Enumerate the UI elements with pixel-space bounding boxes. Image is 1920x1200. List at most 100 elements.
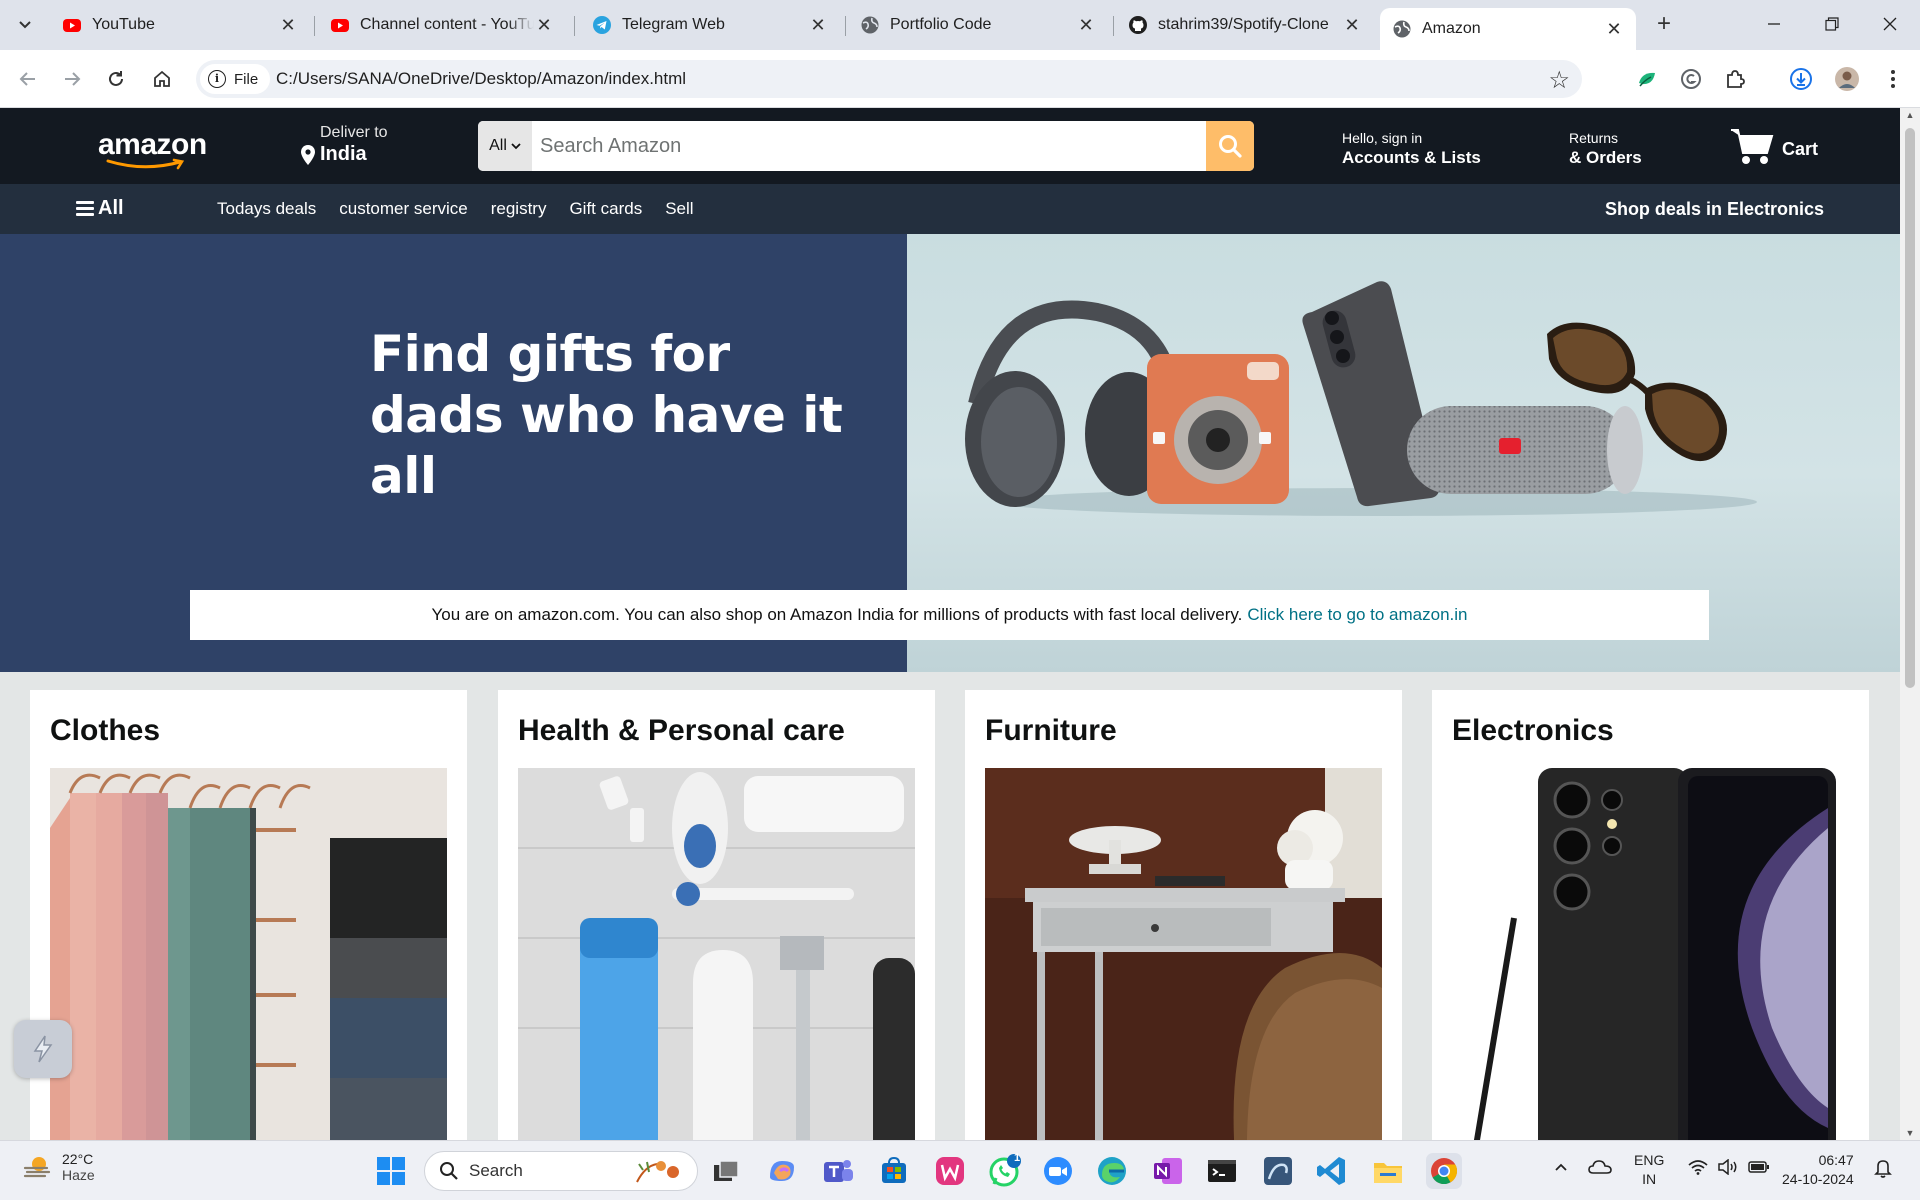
close-window-button[interactable] xyxy=(1870,10,1910,40)
chevron-down-icon xyxy=(511,142,521,149)
volume-icon[interactable] xyxy=(1718,1158,1740,1178)
show-hidden-icons-chevron-icon[interactable] xyxy=(1554,1159,1568,1175)
subnav-link-todays-deals[interactable]: Todays deals xyxy=(217,199,316,219)
profile-avatar[interactable] xyxy=(1832,64,1862,94)
terminal-icon[interactable] xyxy=(1204,1153,1240,1189)
download-icon[interactable] xyxy=(1786,64,1816,94)
back-button[interactable] xyxy=(12,63,44,95)
new-tab-button[interactable]: + xyxy=(1650,11,1678,39)
microsoft-store-icon[interactable] xyxy=(876,1153,912,1189)
tab-telegram[interactable]: Telegram Web ✕ xyxy=(580,8,840,42)
tab-close-icon[interactable]: ✕ xyxy=(278,15,298,36)
restore-button[interactable] xyxy=(1812,10,1852,40)
scrollbar-thumb[interactable] xyxy=(1905,128,1915,688)
card-title: Furniture xyxy=(985,714,1117,747)
category-card-health[interactable]: Health & Personal care xyxy=(498,690,935,1140)
onenote-icon[interactable] xyxy=(1150,1153,1186,1189)
arrow-right-icon xyxy=(65,72,81,86)
subnav-link-registry[interactable]: registry xyxy=(491,199,547,219)
language-code: ENG xyxy=(1634,1152,1665,1168)
wamp-app-icon[interactable] xyxy=(932,1153,968,1189)
cart-button[interactable]: Cart xyxy=(1730,126,1818,166)
language-indicator[interactable]: ENG IN xyxy=(1634,1151,1664,1189)
mysql-workbench-icon[interactable] xyxy=(1260,1153,1296,1189)
shop-deals-electronics-link[interactable]: Shop deals in Electronics xyxy=(1605,199,1824,220)
file-explorer-icon[interactable] xyxy=(1370,1153,1406,1189)
browser-menu-icon[interactable] xyxy=(1878,64,1908,94)
chrome-icon[interactable] xyxy=(1426,1153,1462,1189)
tab-portfolio-code[interactable]: Portfolio Code ✕ xyxy=(848,8,1108,42)
taskbar-search-box[interactable]: Search xyxy=(424,1151,698,1191)
tab-amazon-active[interactable]: Amazon ✕ xyxy=(1380,8,1636,50)
taskbar-search-placeholder: Search xyxy=(469,1161,523,1180)
address-bar[interactable]: i File C:/Users/SANA/OneDrive/Desktop/Am… xyxy=(196,60,1582,98)
info-icon: i xyxy=(208,70,226,88)
location-pin-icon xyxy=(301,144,315,165)
start-button[interactable] xyxy=(376,1156,406,1191)
task-view-icon[interactable] xyxy=(708,1153,744,1189)
onedrive-cloud-icon[interactable] xyxy=(1588,1159,1612,1178)
page-scrollbar[interactable]: ▲ ▼ xyxy=(1900,108,1920,1140)
site-info-label: File xyxy=(234,70,259,88)
haze-weather-icon xyxy=(23,1157,51,1178)
weather-widget[interactable]: 22°C Haze xyxy=(22,1151,95,1183)
instant-camera-image xyxy=(1147,354,1289,504)
floating-widget-button[interactable] xyxy=(14,1020,72,1078)
region-code: IN xyxy=(1642,1171,1657,1187)
teams-icon[interactable] xyxy=(820,1153,856,1189)
tab-search-chevron-icon[interactable] xyxy=(10,10,40,40)
edge-icon[interactable] xyxy=(1094,1153,1130,1189)
category-card-clothes[interactable]: Clothes xyxy=(30,690,467,1140)
url-text[interactable]: C:/Users/SANA/OneDrive/Desktop/Amazon/in… xyxy=(276,69,686,89)
category-card-electronics[interactable]: Electronics xyxy=(1432,690,1869,1140)
browser-tab-bar: YouTube ✕ Channel content - YouTube ✕ Te… xyxy=(0,0,1920,50)
extensions-puzzle-icon[interactable] xyxy=(1720,64,1750,94)
hamburger-icon xyxy=(76,201,94,216)
whatsapp-notification-badge: 1 xyxy=(1013,1152,1021,1164)
copilot-icon[interactable] xyxy=(764,1153,800,1189)
tab-channel-content[interactable]: Channel content - YouTube ✕ xyxy=(318,8,566,42)
tab-title: stahrim39/Spotify-Clone xyxy=(1158,16,1329,33)
wifi-icon[interactable] xyxy=(1688,1159,1708,1178)
system-clock[interactable]: 06:47 24-10-2024 xyxy=(1782,1151,1854,1189)
forward-button[interactable] xyxy=(56,63,88,95)
subnav-link-customer-service[interactable]: customer service xyxy=(339,199,467,219)
subnav-link-sell[interactable]: Sell xyxy=(665,199,693,219)
tab-close-icon[interactable]: ✕ xyxy=(1604,19,1624,40)
amazon-india-link[interactable]: Click here to go to amazon.in xyxy=(1247,605,1467,625)
zoom-icon[interactable] xyxy=(1040,1153,1076,1189)
subnav-link-gift-cards[interactable]: Gift cards xyxy=(569,199,642,219)
bookmark-star-icon[interactable]: ☆ xyxy=(1548,66,1570,95)
vscode-icon[interactable] xyxy=(1314,1153,1350,1189)
returns-orders[interactable]: Returns & Orders xyxy=(1569,130,1642,168)
reload-button[interactable] xyxy=(100,63,132,95)
tab-close-icon[interactable]: ✕ xyxy=(808,15,828,36)
hero-banner[interactable]: Find gifts for dads who have it all You … xyxy=(0,234,1900,672)
scroll-up-arrow-icon[interactable]: ▲ xyxy=(1900,110,1920,120)
extension-grammarly-icon[interactable] xyxy=(1676,64,1706,94)
deliver-to[interactable]: Deliver to India xyxy=(300,124,388,166)
search-category-select[interactable]: All xyxy=(478,121,532,171)
tab-close-icon[interactable]: ✕ xyxy=(1342,15,1362,36)
battery-icon[interactable] xyxy=(1748,1160,1770,1177)
tab-youtube[interactable]: YouTube ✕ xyxy=(50,8,310,42)
telegram-icon xyxy=(593,16,611,34)
deliver-country: India xyxy=(320,143,367,165)
search-bar: All xyxy=(478,121,1254,171)
minimize-button[interactable] xyxy=(1754,10,1794,40)
site-info-chip[interactable]: i File xyxy=(200,64,271,94)
tab-close-icon[interactable]: ✕ xyxy=(1076,15,1096,36)
scroll-down-arrow-icon[interactable]: ▼ xyxy=(1900,1128,1920,1138)
search-button[interactable] xyxy=(1206,121,1254,171)
notification-bell-icon[interactable] xyxy=(1874,1158,1892,1181)
arrow-left-icon xyxy=(19,72,35,86)
account-lists[interactable]: Hello, sign in Accounts & Lists xyxy=(1342,130,1481,168)
tab-spotify-clone[interactable]: stahrim39/Spotify-Clone ✕ xyxy=(1116,8,1374,42)
category-card-furniture[interactable]: Furniture xyxy=(965,690,1402,1140)
tab-close-icon[interactable]: ✕ xyxy=(534,15,554,36)
amazon-logo[interactable]: amazon xyxy=(98,128,207,170)
extension-leaf-icon[interactable] xyxy=(1632,64,1662,94)
all-menu-button[interactable]: All xyxy=(76,197,124,220)
search-input[interactable] xyxy=(534,121,1182,171)
home-button[interactable] xyxy=(146,63,178,95)
